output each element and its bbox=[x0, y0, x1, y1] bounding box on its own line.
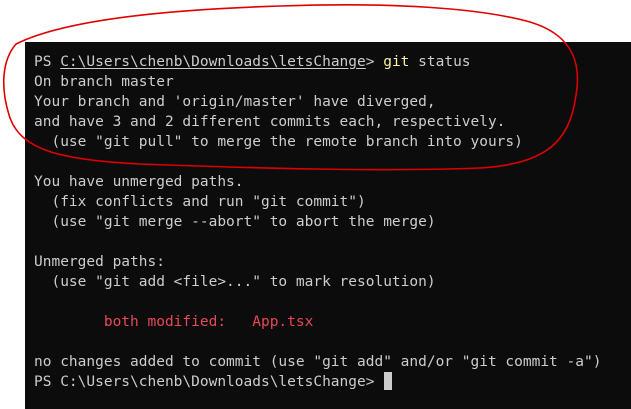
output-unmerged-heading: You have unmerged paths. bbox=[34, 174, 244, 190]
prompt-symbol: > bbox=[365, 54, 384, 70]
command-args: status bbox=[409, 54, 471, 70]
prompt-prefix: PS bbox=[34, 54, 61, 70]
text-cursor bbox=[384, 372, 393, 390]
output-diverged: Your branch and 'origin/master' have div… bbox=[34, 94, 436, 110]
output-unmerged-paths: Unmerged paths: bbox=[34, 254, 165, 270]
prompt-line: PS C:\Users\chenb\Downloads\letsChange> … bbox=[34, 52, 471, 72]
terminal-window[interactable]: PS C:\Users\chenb\Downloads\letsChange> … bbox=[25, 42, 631, 409]
output-both-modified: both modified: App.tsx bbox=[34, 314, 314, 330]
output-on-branch: On branch master bbox=[34, 74, 174, 90]
output-fix-hint: (fix conflicts and run "git commit") bbox=[34, 194, 366, 210]
output-no-changes: no changes added to commit (use "git add… bbox=[34, 354, 602, 370]
output-add-hint: (use "git add <file>..." to mark resolut… bbox=[34, 274, 436, 290]
output-abort-hint: (use "git merge --abort" to abort the me… bbox=[34, 214, 436, 230]
output-pull-hint: (use "git pull" to merge the remote bran… bbox=[34, 134, 523, 150]
output-commits: and have 3 and 2 different commits each,… bbox=[34, 114, 506, 130]
command-git: git bbox=[383, 54, 410, 70]
final-prompt: PS C:\Users\chenb\Downloads\letsChange> bbox=[34, 374, 384, 390]
prompt-path: C:\Users\chenb\Downloads\letsChange bbox=[60, 54, 366, 70]
final-prompt-line[interactable]: PS C:\Users\chenb\Downloads\letsChange> bbox=[34, 372, 393, 392]
